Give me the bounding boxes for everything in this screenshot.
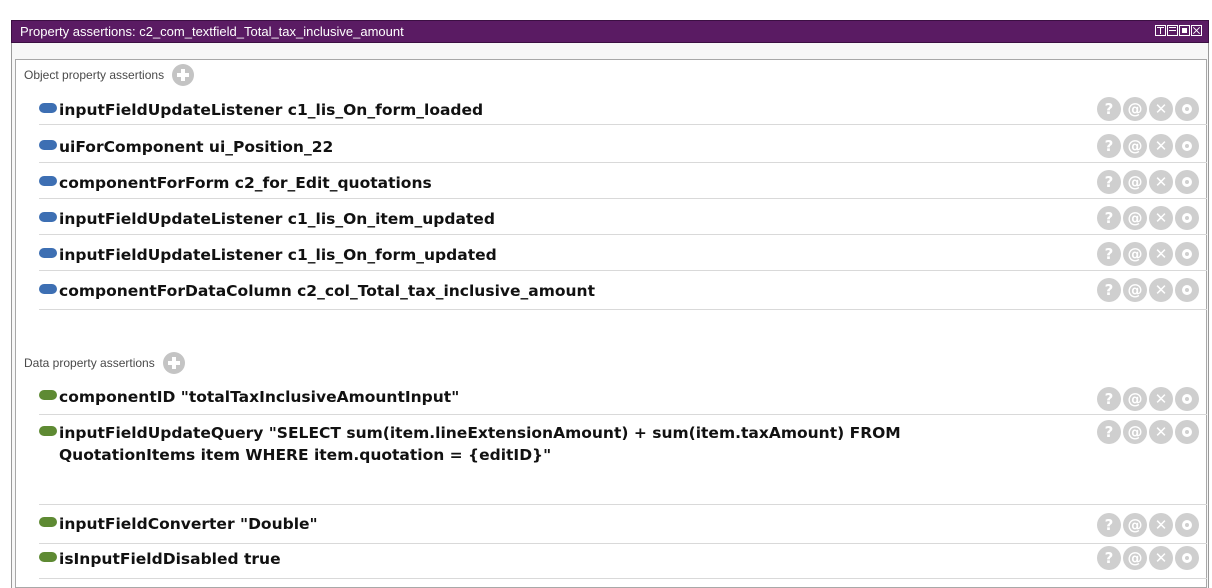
help-icon[interactable]: ? [1097, 278, 1121, 302]
edit-icon[interactable] [1175, 242, 1199, 266]
data-property-icon [39, 390, 57, 400]
assertion-text: isInputFieldDisabled true [59, 550, 281, 568]
object-assertion-row[interactable]: componentForDataColumn c2_col_Total_tax_… [39, 276, 1207, 310]
data-property-icon [39, 552, 57, 562]
row-actions: ? @ ✕ [1097, 546, 1199, 570]
help-icon[interactable]: ? [1097, 546, 1121, 570]
delete-icon[interactable]: ✕ [1149, 420, 1173, 444]
object-property-icon [39, 176, 57, 186]
help-icon[interactable]: ? [1097, 170, 1121, 194]
edit-icon[interactable] [1175, 420, 1199, 444]
delete-icon[interactable]: ✕ [1149, 546, 1173, 570]
object-assertion-row[interactable]: inputFieldUpdateListener c1_lis_On_item_… [39, 204, 1207, 235]
row-actions: ? @ ✕ [1097, 420, 1199, 444]
data-assertion-row[interactable]: inputFieldConverter "Double" ? @ ✕ [39, 505, 1207, 544]
object-assertion-row[interactable]: inputFieldUpdateListener c1_lis_On_form_… [39, 95, 1207, 125]
window-controls [1155, 25, 1202, 38]
data-assertion-row[interactable]: componentID "totalTaxInclusiveAmountInpu… [39, 382, 1207, 415]
annotate-icon[interactable]: @ [1123, 513, 1147, 537]
object-property-icon [39, 140, 57, 150]
annotate-icon[interactable]: @ [1123, 387, 1147, 411]
maximize-button[interactable] [1179, 25, 1190, 36]
help-icon[interactable]: ? [1097, 513, 1121, 537]
add-object-property-icon[interactable] [172, 64, 195, 86]
edit-icon[interactable] [1175, 513, 1199, 537]
annotate-icon[interactable]: @ [1123, 420, 1147, 444]
row-actions: ? @ ✕ [1097, 97, 1199, 121]
object-assertion-row[interactable]: inputFieldUpdateListener c1_lis_On_form_… [39, 240, 1207, 271]
object-property-header: Object property assertions [24, 64, 195, 86]
assertion-text: inputFieldConverter "Double" [59, 515, 318, 533]
assertion-text: componentForDataColumn c2_col_Total_tax_… [59, 282, 595, 300]
row-actions: ? @ ✕ [1097, 278, 1199, 302]
assertion-text: inputFieldUpdateListener c1_lis_On_form_… [59, 246, 497, 264]
assertion-text: uiForComponent ui_Position_22 [59, 138, 334, 156]
object-property-icon [39, 103, 57, 113]
annotate-icon[interactable]: @ [1123, 206, 1147, 230]
annotate-icon[interactable]: @ [1123, 242, 1147, 266]
data-assertion-row[interactable]: inputFieldUpdateQuery "SELECT sum(item.l… [39, 418, 1207, 505]
annotate-icon[interactable]: @ [1123, 170, 1147, 194]
data-property-header: Data property assertions [24, 352, 185, 374]
edit-icon[interactable] [1175, 134, 1199, 158]
object-assertion-row[interactable]: uiForComponent ui_Position_22 ? @ ✕ [39, 132, 1207, 163]
edit-icon[interactable] [1175, 170, 1199, 194]
delete-icon[interactable]: ✕ [1149, 170, 1173, 194]
assertion-text: inputFieldUpdateQuery "SELECT sum(item.l… [59, 424, 901, 464]
add-data-property-icon[interactable] [162, 352, 185, 374]
close-view-button[interactable] [1191, 25, 1202, 36]
assertion-text: inputFieldUpdateListener c1_lis_On_form_… [59, 101, 484, 119]
window-title: Property assertions: c2_com_textfield_To… [20, 24, 404, 39]
split-horizontal-button[interactable] [1167, 25, 1178, 36]
help-icon[interactable]: ? [1097, 97, 1121, 121]
row-actions: ? @ ✕ [1097, 387, 1199, 411]
row-actions: ? @ ✕ [1097, 170, 1199, 194]
delete-icon[interactable]: ✕ [1149, 134, 1173, 158]
annotate-icon[interactable]: @ [1123, 278, 1147, 302]
help-icon[interactable]: ? [1097, 134, 1121, 158]
edit-icon[interactable] [1175, 546, 1199, 570]
title-bar: Property assertions: c2_com_textfield_To… [11, 20, 1209, 43]
edit-icon[interactable] [1175, 278, 1199, 302]
delete-icon[interactable]: ✕ [1149, 513, 1173, 537]
annotate-icon[interactable]: @ [1123, 134, 1147, 158]
assertion-text: inputFieldUpdateListener c1_lis_On_item_… [59, 210, 495, 228]
object-assertion-row[interactable]: componentForForm c2_for_Edit_quotations … [39, 168, 1207, 199]
row-actions: ? @ ✕ [1097, 513, 1199, 537]
row-actions: ? @ ✕ [1097, 242, 1199, 266]
help-icon[interactable]: ? [1097, 206, 1121, 230]
object-property-icon [39, 212, 57, 222]
object-property-label: Object property assertions [24, 68, 165, 82]
annotate-icon[interactable]: @ [1123, 97, 1147, 121]
help-icon[interactable]: ? [1097, 242, 1121, 266]
delete-icon[interactable]: ✕ [1149, 387, 1173, 411]
edit-icon[interactable] [1175, 387, 1199, 411]
delete-icon[interactable]: ✕ [1149, 97, 1173, 121]
data-property-label: Data property assertions [24, 356, 155, 370]
row-actions: ? @ ✕ [1097, 134, 1199, 158]
annotate-icon[interactable]: @ [1123, 546, 1147, 570]
help-icon[interactable]: ? [1097, 420, 1121, 444]
assertion-text: componentID "totalTaxInclusiveAmountInpu… [59, 388, 460, 406]
help-icon[interactable]: ? [1097, 387, 1121, 411]
object-property-icon [39, 284, 57, 294]
data-property-icon [39, 426, 57, 436]
edit-icon[interactable] [1175, 206, 1199, 230]
split-view-button[interactable] [1155, 25, 1166, 36]
edit-icon[interactable] [1175, 97, 1199, 121]
data-property-icon [39, 517, 57, 527]
delete-icon[interactable]: ✕ [1149, 206, 1173, 230]
delete-icon[interactable]: ✕ [1149, 242, 1173, 266]
data-assertion-row[interactable]: isInputFieldDisabled true ? @ ✕ [39, 544, 1207, 579]
delete-icon[interactable]: ✕ [1149, 278, 1173, 302]
assertion-text: componentForForm c2_for_Edit_quotations [59, 174, 432, 192]
object-property-icon [39, 248, 57, 258]
row-actions: ? @ ✕ [1097, 206, 1199, 230]
